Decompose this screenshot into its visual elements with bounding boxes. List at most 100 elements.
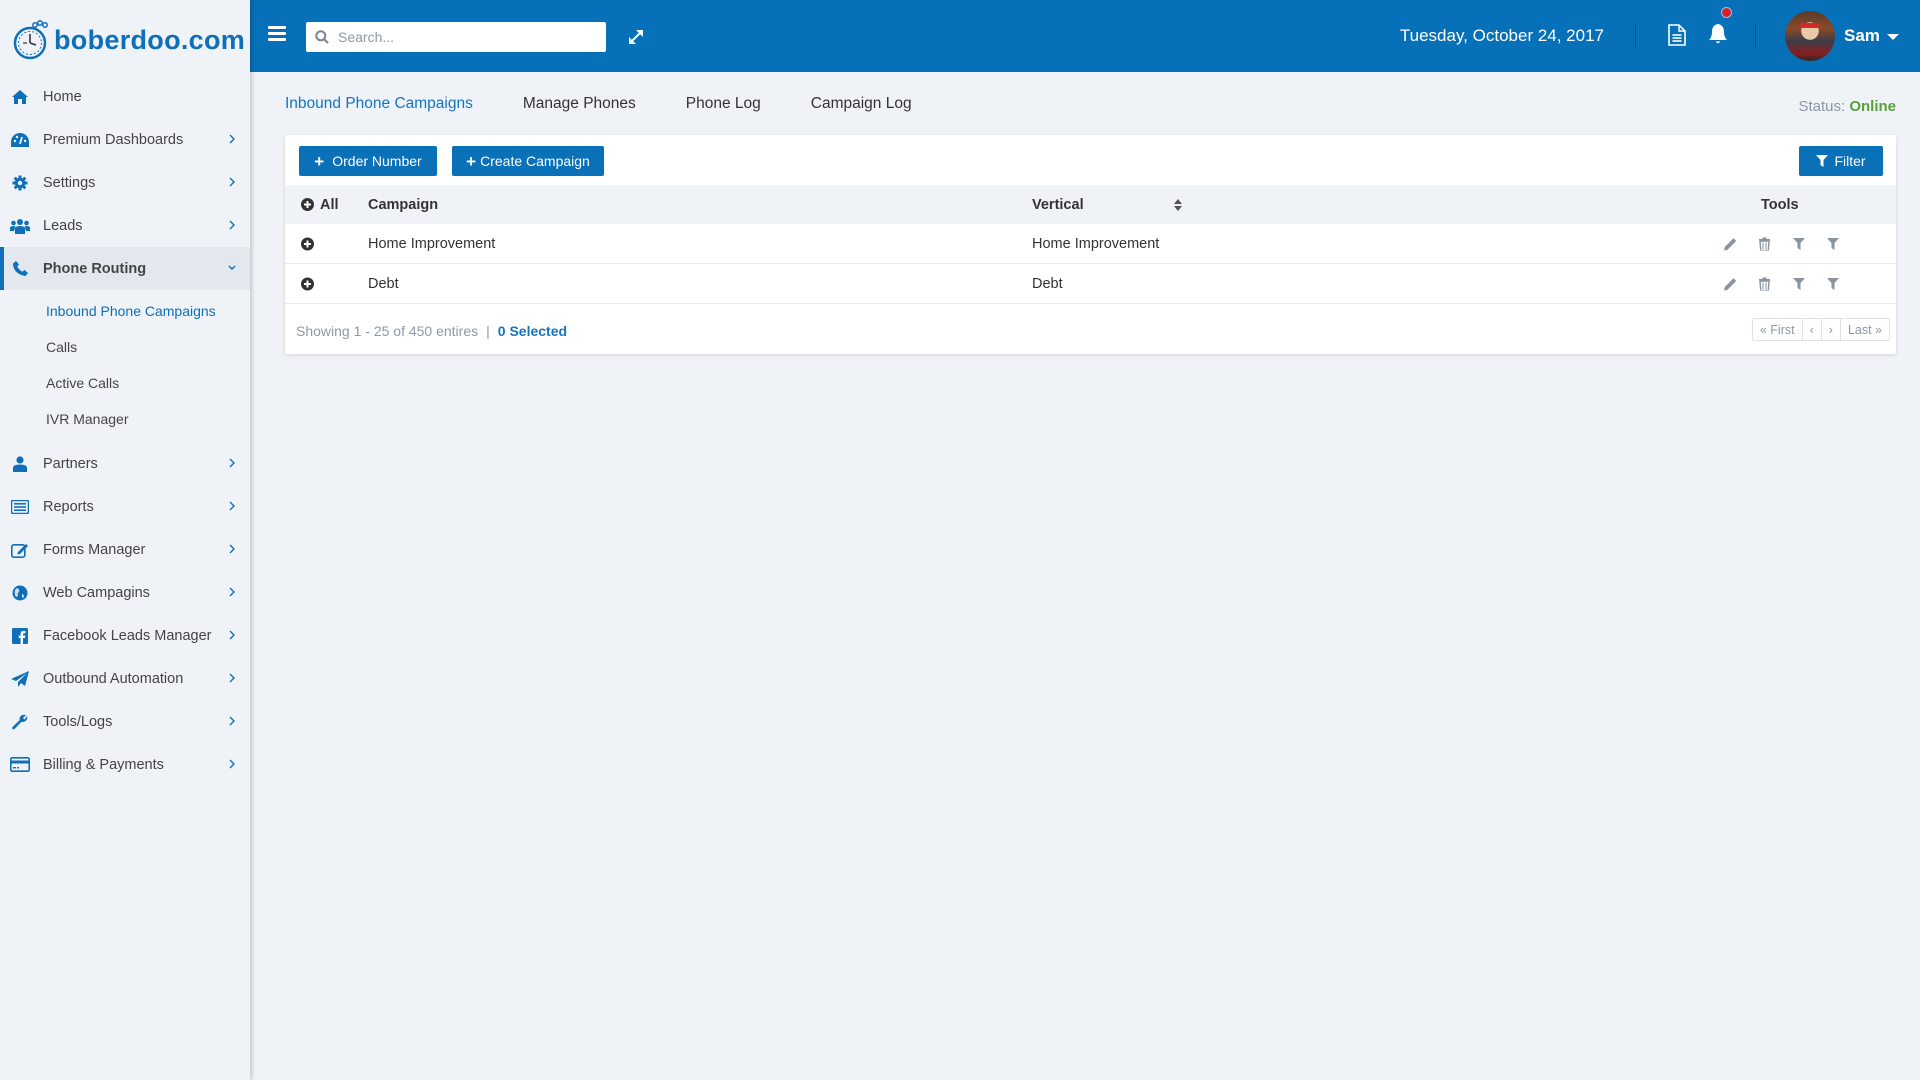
wrench-icon [10, 712, 30, 732]
sidebar-item-settings[interactable]: Settings [0, 161, 250, 204]
sidebar-item-premium-dashboards[interactable]: Premium Dashboards [0, 118, 250, 161]
top-header: Tuesday, October 24, 2017 Sam [250, 0, 1920, 72]
pagination-prev-button[interactable]: ‹ [1803, 319, 1822, 340]
sidebar-item-phone-routing[interactable]: Phone Routing [0, 247, 250, 290]
chevron-right-icon [229, 501, 235, 511]
filter-button[interactable]: Filter [1799, 146, 1883, 176]
facebook-icon [10, 626, 30, 646]
sidebar-item-tools-logs[interactable]: Tools/Logs [0, 700, 250, 743]
sidebar-item-billing-payments[interactable]: Billing & Payments [0, 743, 250, 786]
notification-badge [1721, 7, 1732, 18]
sidebar-item-label: Tools/Logs [43, 713, 113, 730]
sidebar-item-partners[interactable]: Partners [0, 442, 250, 485]
header-divider [1635, 24, 1636, 48]
sidebar-item-outbound-automation[interactable]: Outbound Automation [0, 657, 250, 700]
tab-phone-log[interactable]: Phone Log [686, 95, 761, 113]
header-divider [1755, 24, 1756, 48]
search-input[interactable] [338, 29, 588, 45]
bell-icon[interactable] [1708, 23, 1728, 45]
sidebar-item-home[interactable]: Home [0, 75, 250, 118]
delete-icon[interactable] [1759, 277, 1770, 290]
sidebar-item-reports[interactable]: Reports [0, 485, 250, 528]
sidebar-item-web-campaigns[interactable]: Web Campagins [0, 571, 250, 614]
search-box [306, 22, 606, 52]
sidebar-item-label: Premium Dashboards [43, 131, 184, 148]
chevron-right-icon [229, 544, 235, 554]
sidebar-item-forms-manager[interactable]: Forms Manager [0, 528, 250, 571]
tab-manage-phones[interactable]: Manage Phones [523, 95, 636, 113]
list-icon [10, 497, 30, 517]
sidebar-subitem-ivr-manager[interactable]: IVR Manager [0, 401, 250, 437]
sidebar-subitem-inbound-phone-campaigns[interactable]: Inbound Phone Campaigns [0, 293, 250, 329]
edit-icon[interactable] [1724, 277, 1737, 290]
phone-icon [10, 259, 30, 279]
chevron-right-icon [229, 630, 235, 640]
expand-all-toggle[interactable]: All [301, 197, 339, 213]
brand-name: boberdoo.com [54, 24, 246, 55]
filter-icon[interactable] [1793, 237, 1805, 250]
sidebar-subitem-calls[interactable]: Calls [0, 329, 250, 365]
pagination-first-button[interactable]: « First [1753, 319, 1803, 340]
menu-icon-bar [268, 26, 286, 29]
logo[interactable]: boberdoo.com [0, 0, 250, 72]
vertical-name: Debt [1032, 275, 1063, 292]
menu-toggle-button[interactable] [268, 26, 286, 42]
chevron-right-icon [229, 134, 235, 144]
search-icon [315, 30, 329, 44]
chevron-right-icon [229, 716, 235, 726]
edit-icon[interactable] [1724, 237, 1737, 250]
sidebar-item-label: Web Campagins [43, 584, 150, 601]
tab-campaign-log[interactable]: Campaign Log [811, 95, 912, 113]
status-value: Online [1849, 98, 1896, 115]
status-label: Status: [1798, 98, 1846, 115]
chevron-right-icon [229, 587, 235, 597]
pagination-last-button[interactable]: Last » [1841, 319, 1889, 340]
caret-down-icon[interactable] [1887, 34, 1899, 40]
edit-icon [10, 540, 30, 560]
entries-summary: Showing 1 - 25 of 450 entires [296, 323, 479, 339]
sidebar-item-label: Outbound Automation [43, 670, 184, 687]
current-date: Tuesday, October 24, 2017 [1399, 26, 1604, 45]
selected-count-link[interactable]: 0 Selected [498, 323, 567, 339]
sidebar-item-label: Facebook Leads Manager [43, 627, 212, 644]
sort-icon[interactable] [1174, 198, 1182, 211]
user-name[interactable]: Sam [1844, 26, 1880, 46]
expand-row-icon[interactable] [301, 277, 314, 290]
sidebar-item-facebook-leads-manager[interactable]: Facebook Leads Manager [0, 614, 250, 657]
vertical-name: Home Improvement [1032, 235, 1160, 252]
order-number-button[interactable]: + Order Number [299, 146, 437, 176]
create-campaign-button[interactable]: + Create Campaign [452, 146, 604, 176]
users-icon [10, 216, 30, 236]
column-header-campaign[interactable]: Campaign [368, 197, 438, 213]
chevron-right-icon [229, 759, 235, 769]
phone-routing-submenu: Inbound Phone Campaigns Calls Active Cal… [0, 290, 250, 442]
chevron-down-icon [228, 265, 236, 270]
table-row: Debt Debt [285, 264, 1896, 304]
document-icon[interactable] [1668, 24, 1686, 46]
credit-card-icon [10, 755, 30, 775]
tab-inbound-phone-campaigns[interactable]: Inbound Phone Campaigns [285, 95, 473, 113]
table-header: All Campaign Vertical Tools [285, 185, 1896, 224]
sidebar-item-leads[interactable]: Leads [0, 204, 250, 247]
expand-icon[interactable] [626, 27, 646, 47]
column-header-vertical[interactable]: Vertical [1032, 197, 1084, 213]
plus-circle-icon [301, 198, 314, 211]
sidebar-nav: Home Premium Dashboards Settings Leads P… [0, 75, 250, 290]
filter-icon [1816, 155, 1829, 167]
campaign-name: Debt [368, 275, 399, 292]
sidebar-item-label: Reports [43, 498, 94, 515]
pagination-next-button[interactable]: › [1822, 319, 1841, 340]
sidebar-item-label: Home [43, 88, 82, 105]
sidebar-item-label: Forms Manager [43, 541, 146, 558]
plus-icon: + [466, 151, 477, 171]
delete-icon[interactable] [1759, 237, 1770, 250]
filter-icon[interactable] [1827, 277, 1839, 290]
filter-icon[interactable] [1793, 277, 1805, 290]
column-header-tools: Tools [1761, 196, 1799, 213]
filter-icon[interactable] [1827, 237, 1839, 250]
sidebar-subitem-active-calls[interactable]: Active Calls [0, 365, 250, 401]
campaigns-card: + Order Number + Create Campaign Filter … [285, 135, 1896, 354]
expand-row-icon[interactable] [301, 237, 314, 250]
plus-icon: + [314, 151, 325, 171]
avatar[interactable] [1785, 11, 1835, 61]
